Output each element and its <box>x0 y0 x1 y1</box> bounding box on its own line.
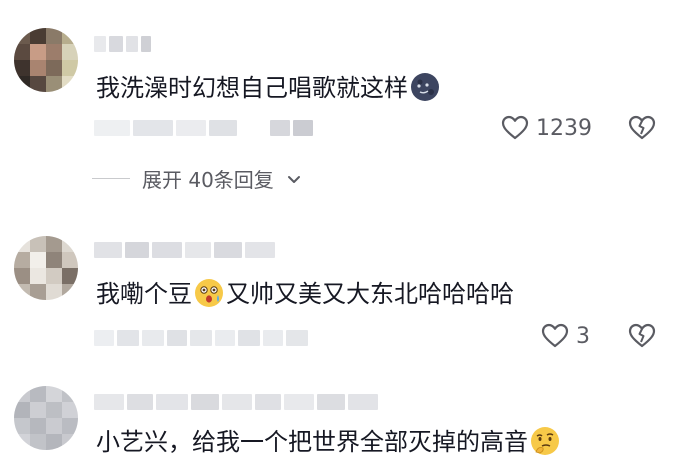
divider <box>92 178 130 179</box>
comment-item: 小艺兴，给我一个把世界全部灭掉的高音 <box>0 378 681 474</box>
heart-icon <box>541 323 569 348</box>
comment-text-content: 我嘞个豆 <box>96 280 192 308</box>
comment-text: 我嘞个豆 又帅又美又大东北哈哈哈哈 <box>96 278 514 310</box>
avatar[interactable] <box>14 386 78 450</box>
like-button[interactable]: 1239 <box>500 113 592 143</box>
username-pixelated[interactable] <box>94 36 151 52</box>
comment-text: 小艺兴，给我一个把世界全部灭掉的高音 <box>96 426 560 458</box>
comment-text-content: 又帅又美又大东北哈哈哈哈 <box>226 280 514 308</box>
comment-text-content: 小艺兴，给我一个把世界全部灭掉的高音 <box>96 428 528 456</box>
chevron-down-icon <box>287 175 300 183</box>
avatar[interactable] <box>14 236 78 300</box>
astonished-face-icon <box>195 279 223 307</box>
timestamp-pixelated <box>94 120 237 136</box>
moon-face-icon <box>411 73 439 101</box>
broken-heart-icon[interactable] <box>627 321 657 351</box>
like-count: 1239 <box>536 115 592 141</box>
comment-list: 我洗澡时幻想自己唱歌就这样 1239 展开 40条回复 我嘞个豆 又帅又美又大东… <box>0 0 681 474</box>
comment-text: 我洗澡时幻想自己唱歌就这样 <box>96 72 440 104</box>
expand-replies-button[interactable]: 展开 40条回复 <box>92 164 302 193</box>
like-button[interactable]: 3 <box>540 321 590 351</box>
avatar[interactable] <box>14 28 78 92</box>
reply-button-pixelated[interactable] <box>270 120 313 136</box>
timestamp-pixelated <box>94 330 308 346</box>
heart-icon <box>501 115 529 140</box>
comment-item: 我洗澡时幻想自己唱歌就这样 1239 展开 40条回复 <box>0 0 681 200</box>
like-count: 3 <box>576 323 590 349</box>
username-pixelated[interactable] <box>94 242 275 258</box>
username-pixelated[interactable] <box>94 394 378 410</box>
broken-heart-icon[interactable] <box>627 113 657 143</box>
thinking-face-icon <box>531 427 559 455</box>
comment-text-content: 我洗澡时幻想自己唱歌就这样 <box>96 74 408 102</box>
expand-replies-label: 展开 40条回复 <box>142 168 274 192</box>
comment-item: 我嘞个豆 又帅又美又大东北哈哈哈哈 3 <box>0 220 681 370</box>
